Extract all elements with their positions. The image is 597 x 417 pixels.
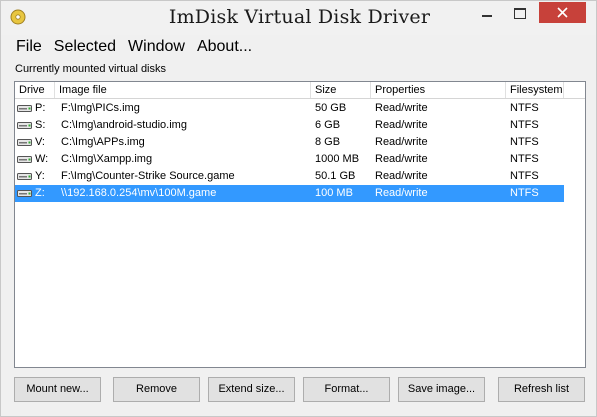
cell-image: C:\Img\android-studio.img — [61, 119, 187, 131]
close-icon — [557, 7, 568, 18]
column-header-filesystem[interactable]: Filesystem — [506, 82, 564, 98]
menu-bar: File Selected Window About... — [9, 36, 258, 58]
cell-size: 50 GB — [315, 102, 347, 114]
cell-drive: S: — [35, 119, 46, 131]
cell-size: 100 MB — [315, 187, 353, 199]
cell-image: F:\Img\PICs.img — [61, 102, 140, 114]
cell-drive: Z: — [35, 187, 45, 199]
format-button[interactable]: Format... — [303, 377, 390, 402]
cell-properties: Read/write — [375, 119, 428, 131]
mount-new-button[interactable]: Mount new... — [14, 377, 101, 402]
table-row[interactable]: Y: F:\Img\Counter-Strike Source.game 50.1 … — [15, 168, 564, 185]
cell-drive: Y: — [35, 170, 45, 182]
cell-filesystem: NTFS — [510, 187, 539, 199]
section-label: Currently mounted virtual disks — [15, 63, 167, 75]
remove-button[interactable]: Remove — [113, 377, 200, 402]
cell-filesystem: NTFS — [510, 170, 539, 182]
cell-image: C:\Img\Xampp.img — [61, 153, 153, 165]
cell-filesystem: NTFS — [510, 102, 539, 114]
cell-filesystem: NTFS — [510, 136, 539, 148]
table-row[interactable]: Z: \\192.168.0.254\mv\100M.game 100 MB Read… — [15, 185, 564, 202]
table-row[interactable]: W: C:\Img\Xampp.img 1000 MB Read/write NTFS — [15, 151, 564, 168]
drive-icon — [17, 173, 32, 180]
cell-filesystem: NTFS — [510, 153, 539, 165]
column-header-image-file[interactable]: Image file — [55, 82, 311, 98]
cell-image: F:\Img\Counter-Strike Source.game — [61, 170, 235, 182]
extend-size-button[interactable]: Extend size... — [208, 377, 295, 402]
menu-about[interactable]: About... — [191, 36, 258, 58]
cell-image: C:\Img\APPs.img — [61, 136, 145, 148]
cell-filesystem: NTFS — [510, 119, 539, 131]
table-row[interactable]: P: F:\Img\PICs.img 50 GB Read/write NTFS — [15, 100, 564, 117]
table-row[interactable]: S: C:\Img\android-studio.img 6 GB Read/writ… — [15, 117, 564, 134]
list-header: Drive Image file Size Properties Filesys… — [15, 82, 585, 99]
column-header-drive[interactable]: Drive — [15, 82, 55, 98]
drive-icon — [17, 122, 32, 129]
cell-drive: P: — [35, 102, 46, 114]
cell-size: 6 GB — [315, 119, 341, 131]
cell-properties: Read/write — [375, 153, 428, 165]
disk-list[interactable]: Drive Image file Size Properties Filesys… — [14, 81, 586, 368]
cell-properties: Read/write — [375, 187, 428, 199]
maximize-button[interactable] — [506, 2, 534, 24]
column-header-properties[interactable]: Properties — [371, 82, 506, 98]
menu-file[interactable]: File — [9, 36, 48, 58]
drive-icon — [17, 190, 32, 197]
cell-size: 50.1 GB — [315, 170, 356, 182]
cell-size: 1000 MB — [315, 153, 360, 165]
minimize-icon — [482, 15, 492, 17]
cell-size: 8 GB — [315, 136, 341, 148]
cell-properties: Read/write — [375, 136, 428, 148]
cell-properties: Read/write — [375, 102, 428, 114]
title-bar[interactable]: ImDisk Virtual Disk Driver — [1, 1, 596, 35]
drive-icon — [17, 105, 32, 112]
maximize-icon — [514, 7, 526, 19]
column-header-size[interactable]: Size — [311, 82, 371, 98]
app-window: ImDisk Virtual Disk Driver File Selected… — [0, 0, 597, 417]
cell-image: \\192.168.0.254\mv\100M.game — [61, 187, 217, 199]
menu-selected[interactable]: Selected — [48, 36, 122, 58]
minimize-button[interactable] — [473, 2, 501, 24]
cell-drive: W: — [35, 153, 49, 165]
menu-window[interactable]: Window — [122, 36, 191, 58]
refresh-list-button[interactable]: Refresh list — [498, 377, 585, 402]
close-button[interactable] — [539, 2, 586, 23]
cell-drive: V: — [35, 136, 45, 148]
cell-properties: Read/write — [375, 170, 428, 182]
table-row[interactable]: V: C:\Img\APPs.img 8 GB Read/write NTFS — [15, 134, 564, 151]
save-image-button[interactable]: Save image... — [398, 377, 485, 402]
drive-icon — [17, 156, 32, 163]
drive-icon — [17, 139, 32, 146]
